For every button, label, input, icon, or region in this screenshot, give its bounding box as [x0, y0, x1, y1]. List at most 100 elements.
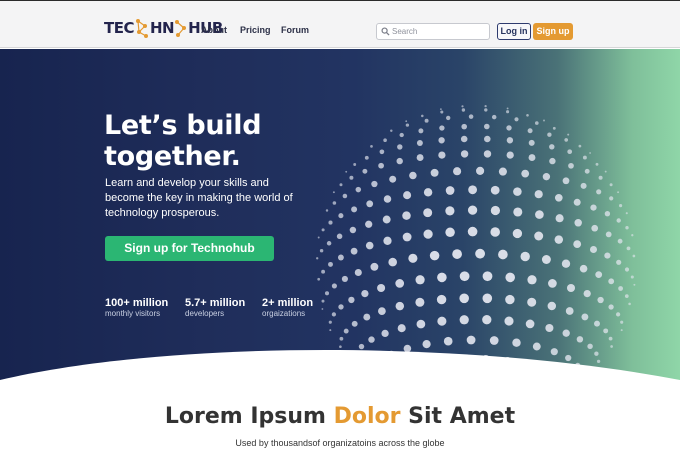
nav-pricing[interactable]: Pricing	[240, 25, 271, 35]
signup-button[interactable]: Sign up	[533, 23, 573, 40]
globe-dot	[445, 186, 455, 195]
globe-dot	[332, 201, 337, 205]
globe-dot	[349, 175, 354, 180]
globe-dot	[338, 304, 344, 310]
globe-dot	[349, 226, 357, 234]
globe-dot	[535, 210, 544, 219]
globe-dot	[440, 108, 442, 110]
globe-dot	[543, 119, 545, 122]
globe-dot	[528, 154, 536, 162]
globe-dot	[348, 296, 355, 304]
globe-dot	[624, 267, 630, 272]
globe-dot	[541, 255, 551, 264]
stat-developers: 5.7+ million developers	[185, 297, 245, 319]
section-title-part1: Lorem Ipsum	[164, 404, 334, 429]
globe-dot	[383, 138, 387, 142]
globe-dot	[520, 251, 530, 262]
section-title: Lorem Ipsum Dolor Sit Amet	[0, 404, 680, 429]
globe-dot	[625, 226, 629, 230]
globe-dot	[534, 190, 543, 199]
globe-dot	[616, 259, 622, 265]
globe-dot	[505, 272, 515, 283]
globe-dot	[506, 107, 509, 110]
globe-dot	[484, 135, 491, 143]
globe-dot	[460, 135, 468, 143]
globe-dot	[604, 170, 607, 173]
signup-cta-button[interactable]: Sign up for Technohub	[105, 236, 274, 261]
globe-dot	[371, 180, 378, 188]
globe-dot	[484, 104, 487, 108]
globe-dot	[490, 185, 500, 195]
globe-dot	[534, 231, 544, 241]
globe-dot	[632, 254, 636, 258]
hero-subtext: Learn and develop your skills and become…	[105, 177, 293, 219]
stat-monthly-visitors: 100+ million monthly visitors	[105, 297, 168, 319]
globe-dot	[416, 154, 424, 162]
globe-dot	[377, 283, 386, 293]
globe-dot	[370, 145, 373, 148]
globe-dot	[345, 170, 348, 173]
globe-dot	[631, 234, 634, 237]
globe-dot	[326, 241, 332, 246]
logo-text-left: TEC	[104, 19, 135, 37]
globe-dot	[549, 144, 555, 150]
globe-dot	[484, 123, 490, 130]
globe-dot	[460, 150, 469, 158]
network-icon	[136, 19, 148, 38]
globe-dot	[321, 228, 325, 232]
globe-dot	[527, 275, 537, 285]
globe-dot	[506, 110, 510, 114]
globe-dot	[461, 108, 466, 112]
globe-dot	[418, 128, 424, 134]
globe-dot	[624, 294, 629, 298]
globe-dot	[390, 129, 393, 133]
globe-dot	[589, 152, 591, 154]
globe-dot	[552, 126, 556, 130]
globe-dot	[445, 206, 455, 216]
globe-dot	[317, 277, 321, 281]
globe-dot	[514, 117, 519, 122]
section-title-accent: Dolor	[333, 404, 401, 429]
globe-dot	[564, 138, 569, 142]
globe-dot	[491, 114, 497, 120]
globe-dot	[383, 236, 392, 245]
globe-dot	[490, 227, 500, 237]
globe-dot	[429, 250, 440, 261]
login-button[interactable]: Log in	[497, 23, 531, 40]
globe-dot	[446, 115, 451, 121]
globe-dot	[521, 169, 530, 178]
globe-dot	[415, 275, 425, 285]
globe-dot	[467, 226, 478, 237]
globe-dot	[567, 133, 570, 136]
globe-dot	[605, 231, 612, 238]
globe-dot	[405, 120, 408, 123]
globe-dot	[408, 253, 418, 263]
globe-dot	[506, 151, 514, 159]
globe-dot	[402, 232, 412, 242]
search-box[interactable]	[376, 23, 490, 40]
nav-forum[interactable]: Forum	[281, 25, 309, 35]
globe-dot	[338, 213, 344, 219]
globe-dot	[608, 304, 614, 310]
globe-dot	[328, 220, 333, 225]
globe-dot	[633, 283, 636, 286]
globe-dot	[604, 211, 611, 217]
globe-dot	[321, 308, 324, 310]
globe-dot	[498, 249, 508, 260]
globe-dot	[549, 157, 556, 165]
search-input[interactable]	[392, 25, 486, 38]
globe-dot	[618, 286, 623, 291]
globe-dot	[402, 211, 411, 220]
globe-dot	[619, 204, 623, 208]
globe-dot	[597, 296, 604, 304]
nav-about[interactable]: About	[201, 25, 227, 35]
globe-dot	[555, 214, 564, 223]
globe-dot	[382, 215, 391, 224]
top-navigation-bar: TEC HN HUB About Pricing Forum Search Lo…	[0, 0, 680, 48]
stat-label: orgaizations	[262, 309, 306, 318]
stat-number: 5.7+ million	[185, 297, 246, 309]
hero-headline: Let’s build together.	[104, 110, 324, 172]
globe-dot	[589, 245, 598, 254]
globe-dot	[461, 123, 467, 130]
globe-dot	[355, 186, 362, 193]
